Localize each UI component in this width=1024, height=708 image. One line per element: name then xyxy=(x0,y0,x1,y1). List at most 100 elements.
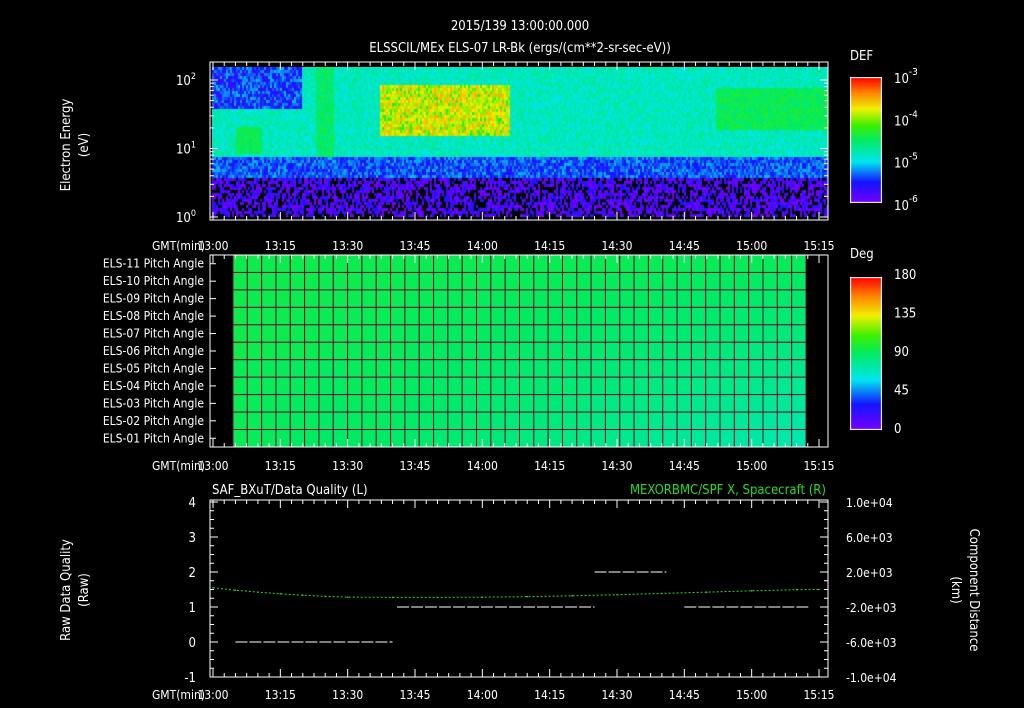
pitch-angle-cell xyxy=(590,271,606,291)
pitch-angle-cell xyxy=(776,306,793,326)
x-tick-label: 14:45 xyxy=(669,459,700,473)
pitch-angle-cell xyxy=(433,376,449,396)
colorbar-tick-label: 10-5 xyxy=(894,152,918,172)
spf-x-point xyxy=(616,593,618,596)
pitch-angle-cell xyxy=(690,289,707,308)
pitch-angle-cell xyxy=(676,359,692,378)
pitch-angle-cell xyxy=(776,394,793,413)
pitch-angle-cell xyxy=(547,394,563,413)
pitch-angle-cell xyxy=(361,306,377,326)
pitch-angle-cell xyxy=(433,254,449,273)
pitch-angle-cell xyxy=(633,289,649,308)
pitch-angle-cell xyxy=(275,306,291,326)
pitch-angle-cell xyxy=(504,411,520,431)
pitch-angle-cell xyxy=(733,376,750,396)
pitch-angle-cell xyxy=(533,306,549,326)
pitch-angle-cell xyxy=(547,324,563,343)
pitch-angle-cell xyxy=(246,289,263,308)
pitch-angle-cell xyxy=(647,306,664,326)
pitch-angle-cell xyxy=(476,324,492,343)
pitch-angle-cell xyxy=(604,324,621,343)
pitch-angle-cell xyxy=(232,394,248,413)
pitch-angle-cell xyxy=(547,411,563,431)
pitch-angle-cell xyxy=(404,429,420,448)
pitch-angle-cell xyxy=(690,306,707,326)
y-tick-exp: 0 xyxy=(191,209,196,219)
x-tick-label: 13:30 xyxy=(332,688,363,702)
pitch-angle-cell xyxy=(791,411,807,431)
pitch-angle-cell xyxy=(390,394,406,413)
pitch-angle-cell xyxy=(690,254,707,273)
pitch-angle-cell xyxy=(762,271,778,291)
pitch-angle-cell xyxy=(375,271,392,291)
pitch-angle-cell xyxy=(318,306,334,326)
pitch-angle-cell xyxy=(332,271,349,291)
spf-x-point xyxy=(324,595,327,598)
pitch-angle-cell xyxy=(519,271,535,291)
pitch-angle-cell xyxy=(418,359,435,378)
pitch-angle-cell xyxy=(647,376,664,396)
x-tick-label: 15:15 xyxy=(803,239,834,253)
spf-x-point xyxy=(818,588,820,591)
pitch-angle-cell xyxy=(619,394,635,413)
pitch-angle-cell xyxy=(261,411,277,431)
distance-axis-label: Component Distance xyxy=(966,529,981,652)
pitch-angle-cell xyxy=(447,359,463,378)
pitch-angle-cell xyxy=(261,394,277,413)
pitch-angle-cell xyxy=(561,411,578,431)
pitch-angle-cell xyxy=(476,376,492,396)
pitch-angle-cell xyxy=(647,394,664,413)
pitch-angle-cell xyxy=(261,306,277,326)
pitch-angle-cell xyxy=(547,429,563,448)
pitch-angle-cell xyxy=(748,394,764,413)
pitch-angle-cell xyxy=(318,376,334,396)
spf-x-point xyxy=(795,588,798,591)
pitch-angle-cell xyxy=(647,359,664,378)
pitch-angle-cell xyxy=(347,376,363,396)
colorbar-tick-exp: -3 xyxy=(909,67,918,78)
pitch-angle-cell xyxy=(733,429,750,448)
pitch-angle-cell xyxy=(246,306,263,326)
pitch-angle-cell xyxy=(619,254,635,273)
pitch-angle-cell xyxy=(719,394,735,413)
pitch-angle-cell xyxy=(547,254,563,273)
x-tick-label: 15:00 xyxy=(736,459,767,473)
pitch-angle-cell xyxy=(232,411,248,431)
pitch-angle-cell xyxy=(762,254,778,273)
pitch-angle-cell xyxy=(748,289,764,308)
pitch-angle-cell xyxy=(275,271,291,291)
pitch-angle-cell xyxy=(576,306,592,326)
pitch-angle-cell xyxy=(533,254,549,273)
pitch-angle-cell xyxy=(232,324,248,343)
pitch-angle-cell xyxy=(604,254,621,273)
pitch-angle-cell xyxy=(318,411,334,431)
pitch-angle-cell xyxy=(246,429,263,448)
pitch-angle-cell xyxy=(633,429,649,448)
pitch-angle-cell xyxy=(561,394,578,413)
pitch-angle-cell xyxy=(676,289,692,308)
pitch-angle-cell xyxy=(476,289,492,308)
pitch-angle-cell xyxy=(561,289,578,308)
colorbar-tick-label: 10-4 xyxy=(894,109,918,129)
pitch-angle-cell xyxy=(304,271,320,291)
pitch-angle-cell xyxy=(476,271,492,291)
colorbar-tick-exp: -4 xyxy=(909,109,918,120)
pitch-angle-cell xyxy=(762,341,778,361)
colorbar-tick-label: 0 xyxy=(894,422,901,437)
pitch-angle-cell xyxy=(461,341,478,361)
pitch-angle-cell xyxy=(390,324,406,343)
pitch-angle-cell xyxy=(619,429,635,448)
pitch-angle-cell xyxy=(476,411,492,431)
pitch-angle-cell xyxy=(289,359,306,378)
top-panel-title: ELSSCIL/MEx ELS-07 LR-Bk (ergs/(cm**2-sr… xyxy=(369,41,671,56)
pitch-angle-cell xyxy=(662,411,678,431)
pitch-angle-cell xyxy=(604,376,621,396)
pitch-angle-cell xyxy=(776,429,793,448)
x-tick-label: 13:45 xyxy=(399,239,430,253)
pitch-angle-cell xyxy=(547,341,563,361)
pitch-angle-cell xyxy=(404,306,420,326)
pitch-angle-cell xyxy=(733,394,750,413)
pitch-angle-cell xyxy=(332,394,349,413)
pitch-angle-cell xyxy=(261,359,277,378)
pitch-angle-cell xyxy=(404,254,420,273)
